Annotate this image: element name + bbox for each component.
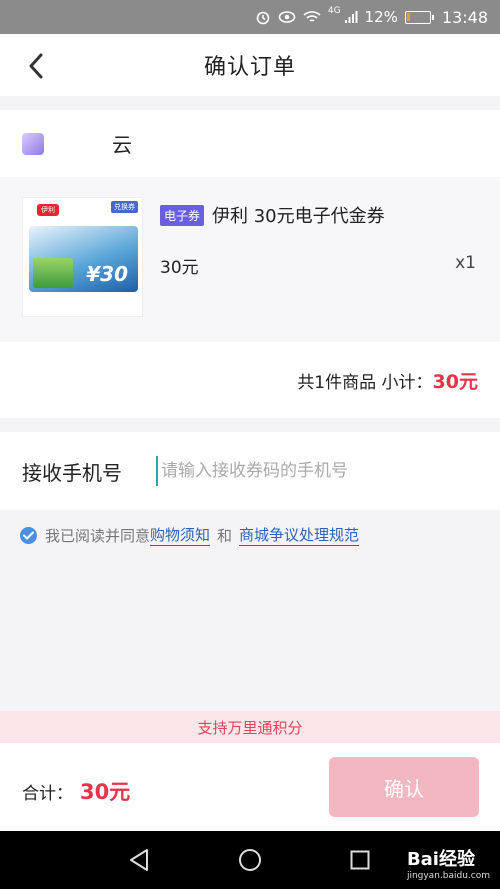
back-triangle-icon[interactable] [128,848,150,872]
home-circle-icon[interactable] [238,848,262,872]
system-nav-bar: Bai经验 jingyan.baidu.com [0,831,500,889]
clock: 13:48 [441,7,488,27]
battery-percent: 12% [364,8,398,26]
shopping-notice-link[interactable]: 购物须知 [150,524,211,546]
phone-label: 接收手机号 [22,460,122,485]
dispute-policy-link[interactable]: 商城争议处理规范 [239,524,360,546]
thumb-brand-logo: 伊利 [37,204,59,216]
back-button[interactable] [18,48,54,84]
checkout-bar: 合计： 30元 确认 [0,743,500,831]
agreement-conj: 和 [217,526,233,545]
alarm-icon [256,11,270,25]
check-icon [23,531,34,539]
thumb-value: ¥30 [86,262,128,286]
total-amount: 30元 [80,780,131,804]
watermark-sub: jingyan.baidu.com [406,871,490,881]
thumb-product-image [33,258,73,288]
subtotal-amount: 30元 [432,370,478,393]
product-item[interactable]: 伊利 兑换券 ¥30 电子券 伊利 30元电子代金券 30元 x1 [0,177,500,342]
chevron-left-icon [29,53,43,79]
recent-apps-icon[interactable] [350,850,370,870]
nav-bar: 确认订单 [0,34,500,96]
subtotal-row: 共1件商品 小计： 30元 [0,342,500,418]
subtotal-label: 共1件商品 小计： [297,372,433,393]
confirm-button[interactable]: 确认 [329,757,479,817]
shop-row[interactable]: 云 [0,110,500,177]
shop-logo-icon [22,132,44,155]
wifi-icon [303,11,321,22]
shop-name: 云 [52,133,132,157]
points-support-banner: 支持万里通积分 [0,711,500,743]
agreement-row: 我已阅读并同意 购物须知 和 商城争议处理规范 [20,524,360,546]
battery-icon [404,10,434,24]
agreement-prefix: 我已阅读并同意 [45,526,151,545]
thumb-tag: 兑换券 [111,201,138,213]
product-thumbnail: 伊利 兑换券 ¥30 [22,197,143,317]
phone-row: 接收手机号 [0,432,500,510]
status-bar: 4G 12% 13:48 [0,0,500,34]
phone-input[interactable] [156,456,456,486]
battery-fill [406,12,410,21]
signal-icon [344,11,358,23]
page-title: 确认订单 [203,55,296,80]
agreement-checkbox[interactable] [20,526,37,544]
type-badge: 电子券 [160,205,205,226]
product-title: 伊利 30元电子代金券 [212,206,385,227]
network-type: 4G [327,6,341,16]
watermark-text: Bai经验 [406,849,475,870]
total-label: 合计： [22,784,73,804]
product-price: 30元 [160,258,199,278]
product-quantity: x1 [455,253,476,273]
baidu-watermark: Bai经验 jingyan.baidu.com [407,845,490,881]
voucher-card-image: ¥30 [29,226,138,292]
eye-icon [278,11,296,23]
